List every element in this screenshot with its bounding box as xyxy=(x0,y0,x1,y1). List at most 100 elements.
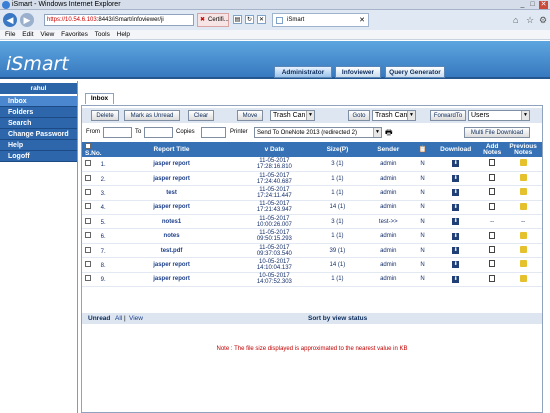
forward-target-select[interactable]: Users ▼ xyxy=(468,110,530,121)
sort-by-view-status[interactable]: Sort by view status xyxy=(308,313,367,324)
report-title-link[interactable]: jasper report xyxy=(106,272,236,286)
download-icon[interactable]: ⬇ xyxy=(452,261,460,269)
table-row[interactable]: 2. jasper report 11-05-2017 17:24:40.687 1 (… xyxy=(82,171,542,186)
menu-file[interactable]: File xyxy=(5,31,15,38)
table-row[interactable]: 5. notes1 11-05-2017 10:00:26.007 3 (1) test-… xyxy=(82,214,542,229)
add-note-icon[interactable] xyxy=(489,246,496,254)
report-title-link[interactable]: jasper report xyxy=(106,200,236,214)
download-icon[interactable]: ⬇ xyxy=(452,203,460,211)
add-note-icon[interactable] xyxy=(489,202,496,210)
delete-button[interactable]: Delete xyxy=(91,110,119,121)
download-icon[interactable]: ⬇ xyxy=(452,160,460,168)
table-row[interactable]: 3. test 11-05-2017 17:24:11.447 1 (1) admin N ⬇ xyxy=(82,185,542,201)
table-row[interactable]: 7. test.pdf 11-05-2017 09:37:03.540 39 (1) ad… xyxy=(82,243,542,258)
report-title-link[interactable]: jasper report xyxy=(106,171,236,185)
refresh-icon[interactable]: ↻ xyxy=(245,15,254,24)
goto-button[interactable]: Goto xyxy=(348,110,370,121)
maximize-button[interactable]: □ xyxy=(528,1,537,9)
sidebar-item-change-password[interactable]: Change Password xyxy=(0,129,77,140)
copies-input[interactable] xyxy=(201,127,226,138)
unread-label[interactable]: Unread xyxy=(88,313,110,324)
to-input[interactable] xyxy=(144,127,173,138)
col-sender[interactable]: Sender xyxy=(363,142,414,157)
forward-icon[interactable]: ▶ xyxy=(20,13,34,27)
row-checkbox[interactable] xyxy=(85,260,91,267)
menu-help[interactable]: Help xyxy=(117,31,130,38)
download-icon[interactable]: ⬇ xyxy=(452,275,460,283)
back-icon[interactable]: ◀ xyxy=(3,13,17,27)
report-title-link[interactable]: notes1 xyxy=(106,215,236,229)
previous-notes-icon[interactable] xyxy=(519,274,527,282)
table-row[interactable]: 4. jasper report 11-05-2017 17:21:43.947 14 … xyxy=(82,200,542,215)
url-field[interactable]: https://10.54.6.103:8443/iSmart/infoview… xyxy=(44,14,194,26)
previous-notes-icon[interactable] xyxy=(519,246,527,254)
row-checkbox[interactable] xyxy=(85,203,91,210)
multi-file-download-button[interactable]: Multi File Download xyxy=(464,127,530,138)
mark-unread-button[interactable]: Mark as Unread xyxy=(124,110,180,121)
tab-query-generator[interactable]: Query Generator xyxy=(385,66,445,78)
printer-icon[interactable]: 🖶 xyxy=(385,127,393,141)
tab-ismart[interactable]: iSmart ✕ xyxy=(272,13,369,27)
previous-notes-icon[interactable] xyxy=(519,260,527,268)
all-link[interactable]: All xyxy=(115,313,122,324)
minimize-button[interactable]: _ xyxy=(518,1,527,9)
close-tab-icon[interactable]: ✕ xyxy=(359,14,365,27)
col-date[interactable]: v Date xyxy=(237,142,312,157)
report-title-link[interactable]: jasper report xyxy=(106,258,236,272)
download-icon[interactable]: ⬇ xyxy=(452,189,460,197)
table-row[interactable]: 9. jasper report 10-05-2017 14:07:52.303 1 (… xyxy=(82,272,542,287)
download-icon[interactable]: ⬇ xyxy=(452,175,460,183)
sidebar-item-search[interactable]: Search xyxy=(0,118,77,129)
move-button[interactable]: Move xyxy=(237,110,263,121)
row-checkbox[interactable] xyxy=(85,159,91,166)
printer-select[interactable]: Send To OneNote 2013 (redirected 2) ▼ xyxy=(254,127,382,138)
table-row[interactable]: 6. notes 11-05-2017 09:50:15.293 1 (1) admin N… xyxy=(82,228,542,244)
report-title-link[interactable]: test.pdf xyxy=(106,243,236,257)
row-checkbox[interactable] xyxy=(85,275,91,282)
sidebar-item-logoff[interactable]: Logoff xyxy=(0,151,77,162)
sidebar-item-inbox[interactable]: Inbox xyxy=(0,96,77,107)
menu-tools[interactable]: Tools xyxy=(95,31,110,38)
view-link[interactable]: View xyxy=(129,313,143,324)
move-target-select[interactable]: Trash Can ▼ xyxy=(270,110,315,121)
download-icon[interactable]: ⬇ xyxy=(452,247,460,255)
menu-favorites[interactable]: Favorites xyxy=(61,31,88,38)
forward-to-button[interactable]: ForwardTo xyxy=(430,110,466,121)
close-button[interactable]: ✕ xyxy=(539,1,548,9)
favorites-icon[interactable]: ☆ xyxy=(526,15,534,26)
inbox-tab[interactable]: Inbox xyxy=(85,93,114,104)
row-checkbox[interactable] xyxy=(85,232,91,239)
settings-gear-icon[interactable]: ⚙ xyxy=(539,15,547,26)
goto-target-select[interactable]: Trash Can ▼ xyxy=(372,110,416,121)
add-note-icon[interactable] xyxy=(489,159,496,167)
previous-notes-icon[interactable] xyxy=(519,174,527,182)
report-title-link[interactable]: jasper report xyxy=(106,157,236,171)
download-icon[interactable]: ⬇ xyxy=(452,218,460,226)
menu-edit[interactable]: Edit xyxy=(22,31,33,38)
from-input[interactable] xyxy=(103,127,132,138)
stop-icon[interactable]: ✕ xyxy=(257,15,266,24)
sidebar-item-help[interactable]: Help xyxy=(0,140,77,151)
home-icon[interactable]: ⌂ xyxy=(513,15,518,25)
previous-notes-icon[interactable] xyxy=(519,188,527,196)
tab-infoviewer[interactable]: Infoviewer xyxy=(335,66,381,78)
row-checkbox[interactable] xyxy=(85,188,91,195)
add-note-icon[interactable] xyxy=(489,231,496,239)
add-note-icon[interactable] xyxy=(489,260,496,268)
sidebar-item-folders[interactable]: Folders xyxy=(0,107,77,118)
menu-view[interactable]: View xyxy=(40,31,54,38)
download-icon[interactable]: ⬇ xyxy=(452,232,460,240)
select-all-checkbox[interactable] xyxy=(85,142,91,149)
col-size[interactable]: Size(P) xyxy=(312,142,363,157)
col-report-title[interactable]: Report Title xyxy=(106,142,236,157)
report-title-link[interactable]: test xyxy=(106,186,236,200)
row-checkbox[interactable] xyxy=(85,217,91,224)
previous-notes-icon[interactable] xyxy=(519,202,527,210)
add-note-icon[interactable] xyxy=(489,188,496,196)
report-title-link[interactable]: notes xyxy=(106,229,236,243)
previous-notes-icon[interactable] xyxy=(519,159,527,167)
table-row[interactable]: 1. jasper report 11-05-2017 17:28:16.810 3 (… xyxy=(82,157,542,172)
tab-administrator[interactable]: Administrator xyxy=(274,66,332,78)
compat-view-icon[interactable]: ▤ xyxy=(233,15,242,24)
certificate-error-tab[interactable]: ✖ Certifi... xyxy=(197,13,229,27)
